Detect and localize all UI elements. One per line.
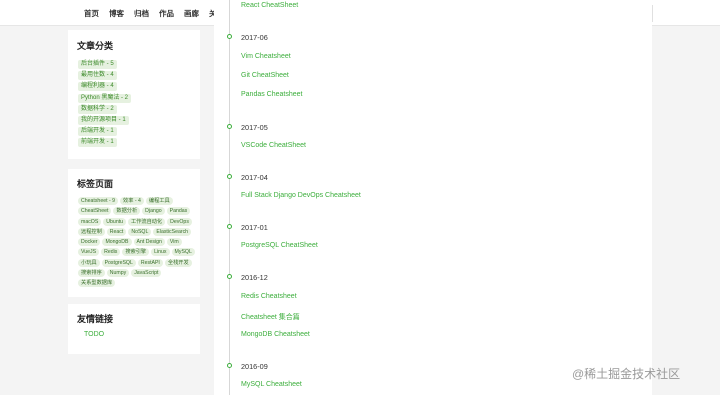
friend-links-card: 友情链接 TODO (68, 304, 200, 354)
tag-item[interactable]: ElasticSearch (153, 227, 192, 236)
timeline-dot (227, 224, 232, 229)
category-item[interactable]: 我的开源项目 - 1 (78, 115, 129, 125)
category-item[interactable]: 数据科学 - 2 (78, 104, 117, 114)
category-item[interactable]: 后端开发 - 1 (78, 127, 117, 137)
category-item[interactable]: 最用住数 - 4 (78, 71, 117, 81)
tag-item[interactable]: RestAPI (137, 258, 163, 267)
timeline-dot (227, 124, 232, 129)
friend-link[interactable]: TODO (84, 331, 104, 338)
tag-item[interactable]: Cheatsheet - 9 (78, 197, 119, 205)
timeline-dot (227, 34, 232, 39)
tag-item[interactable]: 搜索引擎 (122, 248, 150, 257)
tag-item[interactable]: Docker (78, 238, 101, 247)
post-link[interactable]: MongoDB Cheatsheet (241, 331, 310, 338)
tag-item[interactable]: MongoDB (102, 238, 132, 247)
tag-item[interactable]: 效率 - 4 (120, 197, 144, 205)
tag-card: 标签页面 Cheatsheet - 9 效率 - 4 编程工具 CheatShe… (68, 169, 200, 297)
category-item[interactable]: Python 黑魔法 - 2 (78, 93, 132, 103)
post-link[interactable]: Pandas Cheatsheet (241, 91, 303, 98)
tag-item[interactable]: 搜索排序 (78, 269, 105, 278)
nav-gallery[interactable]: 画廊 (184, 8, 199, 19)
post-link[interactable]: Git CheatSheet (241, 72, 289, 79)
category-item[interactable]: 前端开发 - 1 (78, 138, 117, 148)
tag-item[interactable]: Vim (166, 238, 182, 247)
friend-links-title: 友情链接 (77, 314, 114, 324)
tag-item[interactable]: 小玩具 (78, 258, 100, 267)
tag-item[interactable]: MySQL (171, 248, 195, 257)
tag-cloud: Cheatsheet - 9 效率 - 4 编程工具 CheatSheet 数据… (78, 197, 196, 288)
timeline-date: 2016-12 (241, 273, 268, 282)
nav-home[interactable]: 首页 (84, 8, 99, 19)
tag-item[interactable]: DevOps (167, 217, 192, 226)
tag-item[interactable]: 全栈开发 (164, 258, 192, 267)
tag-title: 标签页面 (77, 179, 114, 189)
post-link[interactable]: MySQL Cheatsheet (241, 381, 302, 388)
post-link[interactable]: Full Stack Django DevOps Cheatsheet (241, 192, 361, 199)
tag-item[interactable]: CheatSheet (78, 207, 112, 216)
tag-item[interactable]: Numpy (106, 269, 130, 278)
tag-item[interactable]: VueJS (78, 248, 100, 257)
tag-item[interactable]: 工作流自动化 (128, 217, 166, 226)
tag-item[interactable]: 数据分析 (113, 207, 141, 216)
post-link[interactable]: React CheatSheet (241, 2, 298, 9)
tag-item[interactable]: macOS (78, 217, 102, 226)
post-link[interactable]: VSCode CheatSheet (241, 142, 306, 149)
nav-blog[interactable]: 博客 (109, 8, 124, 19)
tag-item[interactable]: React (106, 227, 127, 236)
tag-item[interactable]: 关系型数据库 (78, 279, 116, 288)
tag-item[interactable]: PostgreSQL (101, 258, 136, 267)
category-item[interactable]: 后台插件 - 5 (78, 60, 117, 69)
category-list: 后台插件 - 5 最用住数 - 4 编程利器 - 4 Python 黑魔法 - … (78, 60, 132, 150)
tag-item[interactable]: Ubuntu (103, 217, 127, 226)
tag-item[interactable]: Linux (151, 248, 170, 257)
post-link[interactable]: Vim Cheatsheet (241, 53, 291, 60)
post-link[interactable]: PostgreSQL CheatSheet (241, 242, 318, 249)
main-nav: 首页 博客 归档 作品 画廊 关于我 (84, 8, 232, 19)
tag-item[interactable]: Ant Design (133, 238, 165, 247)
timeline-date: 2017-04 (241, 173, 268, 182)
tag-item[interactable]: Redis (101, 248, 121, 257)
category-item[interactable]: 编程利器 - 4 (78, 82, 117, 92)
timeline-date: 2017-06 (241, 33, 268, 42)
timeline-date: 2016-09 (241, 362, 268, 371)
watermark: @稀土掘金技术社区 (572, 367, 681, 381)
category-title: 文章分类 (77, 41, 114, 51)
tag-item[interactable]: 远程控制 (78, 227, 105, 236)
post-link[interactable]: Cheatsheet 集合篇 (241, 312, 300, 322)
post-link[interactable]: Redis Cheatsheet (241, 293, 297, 300)
tag-item[interactable]: 编程工具 (145, 197, 173, 205)
timeline-dot (227, 274, 232, 279)
timeline-line (229, 0, 230, 395)
tag-item[interactable]: Django (142, 207, 165, 216)
nav-archive[interactable]: 归档 (134, 8, 149, 19)
timeline-date: 2017-01 (241, 223, 268, 232)
timeline-dot (227, 174, 232, 179)
tag-item[interactable]: NoSQL (128, 227, 152, 236)
timeline-dot (227, 363, 232, 368)
category-card: 文章分类 后台插件 - 5 最用住数 - 4 编程利器 - 4 Python 黑… (68, 30, 200, 159)
timeline-date: 2017-05 (241, 123, 268, 132)
nav-works[interactable]: 作品 (159, 8, 174, 19)
tag-item[interactable]: Pandas (166, 207, 191, 216)
tag-item[interactable]: JavaScript (131, 269, 162, 278)
